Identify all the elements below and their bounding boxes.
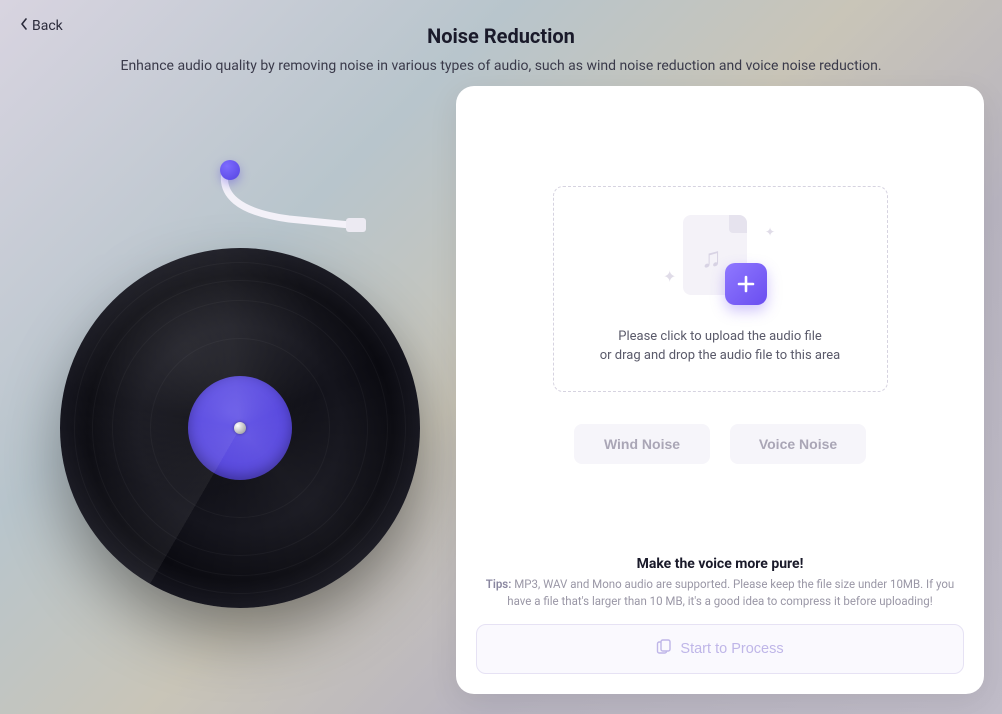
sparkle-icon: ✦: [663, 267, 676, 286]
noise-mode-group: Wind Noise Voice Noise: [476, 424, 964, 464]
upload-illustration: ♫ ✦ ✦: [665, 213, 775, 313]
sparkle-icon: ✦: [765, 225, 775, 239]
add-file-icon: [725, 263, 767, 305]
process-icon: [656, 639, 672, 659]
tips-text: Tips: MP3, WAV and Mono audio are suppor…: [482, 576, 958, 611]
tonearm-pivot-icon: [220, 160, 240, 180]
tips-heading: Make the voice more pure!: [482, 556, 958, 572]
upload-line-2: or drag and drop the audio file to this …: [600, 346, 840, 366]
music-note-icon: ♫: [701, 241, 722, 274]
vinyl-disc-icon: [60, 248, 420, 608]
voice-noise-button[interactable]: Voice Noise: [730, 424, 866, 464]
tips-body: MP3, WAV and Mono audio are supported. P…: [507, 577, 954, 608]
page-title: Noise Reduction: [0, 24, 1002, 48]
upload-line-1: Please click to upload the audio file: [600, 327, 840, 347]
start-process-button[interactable]: Start to Process: [476, 624, 964, 674]
tips-label: Tips:: [486, 577, 512, 591]
page-subtitle: Enhance audio quality by removing noise …: [0, 58, 1002, 74]
upload-instructions: Please click to upload the audio file or…: [600, 327, 840, 366]
tips-block: Make the voice more pure! Tips: MP3, WAV…: [476, 556, 964, 625]
vinyl-illustration: [60, 248, 420, 608]
upload-dropzone[interactable]: ♫ ✦ ✦ Please click to upload the audio f…: [553, 186, 888, 392]
process-label: Start to Process: [680, 641, 783, 657]
wind-noise-button[interactable]: Wind Noise: [574, 424, 710, 464]
main-panel: ♫ ✦ ✦ Please click to upload the audio f…: [456, 86, 984, 694]
page-header: Noise Reduction Enhance audio quality by…: [0, 24, 1002, 74]
